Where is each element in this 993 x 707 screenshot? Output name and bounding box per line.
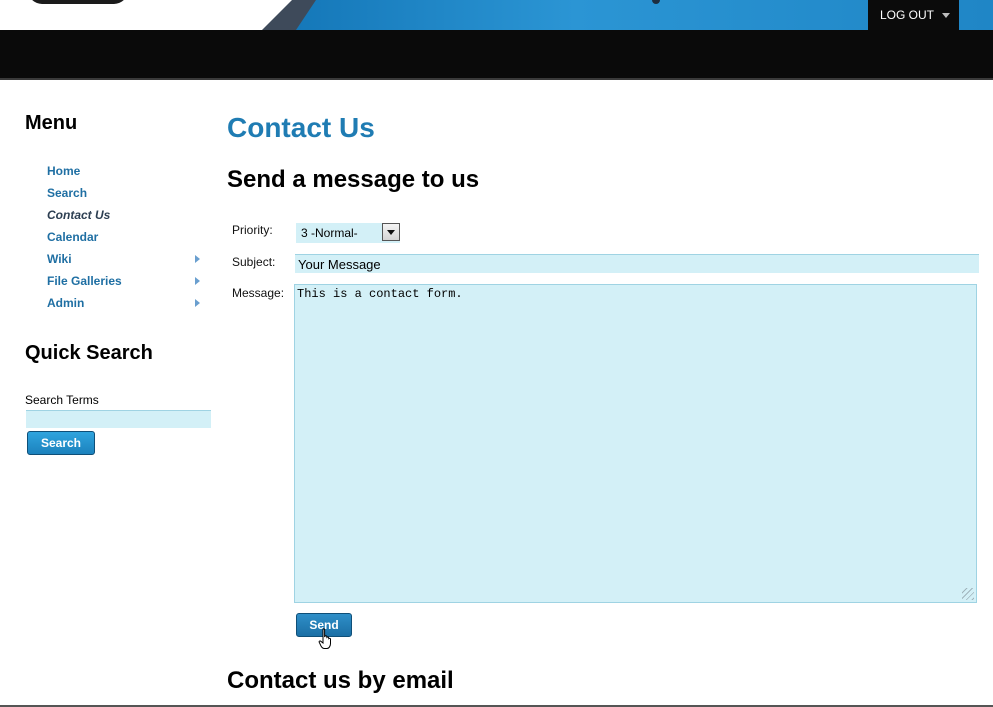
page-title: Contact Us	[227, 112, 375, 143]
priority-label: Priority:	[232, 223, 273, 237]
sidebar-item-admin[interactable]: Admin	[47, 294, 207, 316]
sidebar-menu: Home Search Contact Us Calendar Wiki Fil…	[47, 162, 207, 316]
sidebar-item-home[interactable]: Home	[47, 162, 207, 184]
sidebar-item-label[interactable]: Home	[47, 164, 80, 178]
quick-search-heading: Quick Search	[25, 342, 153, 364]
sidebar-item-label[interactable]: Search	[47, 186, 87, 200]
sidebar-item-label[interactable]: Calendar	[47, 230, 98, 244]
sidebar-item-label[interactable]: Wiki	[47, 252, 72, 266]
chevron-right-icon[interactable]	[195, 299, 200, 307]
subject-field[interactable]	[295, 254, 979, 273]
header-banner	[0, 0, 993, 30]
sidebar-item-contact-us[interactable]: Contact Us	[47, 206, 207, 228]
menu-heading: Menu	[25, 112, 78, 134]
form-heading: Send a message to us	[227, 166, 480, 193]
chevron-right-icon[interactable]	[195, 277, 200, 285]
chevron-down-icon[interactable]	[382, 223, 400, 241]
search-input[interactable]	[26, 410, 211, 428]
priority-select[interactable]: 3 -Normal-	[296, 223, 400, 243]
chevron-down-icon	[942, 13, 950, 18]
site-logo	[28, 0, 128, 4]
search-terms-label: Search Terms	[25, 393, 99, 407]
logout-label: LOG OUT	[880, 8, 935, 22]
email-heading: Contact us by email	[227, 667, 454, 694]
message-label: Message:	[232, 286, 285, 300]
resize-handle-icon[interactable]	[962, 588, 974, 600]
sidebar-item-label[interactable]: Contact Us	[47, 208, 110, 222]
logout-button[interactable]: LOG OUT	[868, 0, 959, 30]
sidebar-item-label[interactable]: File Galleries	[47, 274, 122, 288]
chevron-right-icon[interactable]	[195, 255, 200, 263]
hand-pointer-icon	[318, 628, 331, 649]
sidebar-item-search[interactable]: Search	[47, 184, 207, 206]
sidebar-item-label[interactable]: Admin	[47, 296, 84, 310]
message-textarea[interactable]: This is a contact form.	[294, 284, 977, 603]
sidebar-item-file-galleries[interactable]: File Galleries	[47, 272, 207, 294]
top-navbar	[0, 30, 993, 80]
priority-value: 3 -Normal-	[301, 226, 358, 240]
subject-label: Subject:	[232, 255, 276, 269]
sidebar-item-calendar[interactable]: Calendar	[47, 228, 207, 250]
search-button[interactable]: Search	[27, 431, 95, 455]
sidebar-item-wiki[interactable]: Wiki	[47, 250, 207, 272]
